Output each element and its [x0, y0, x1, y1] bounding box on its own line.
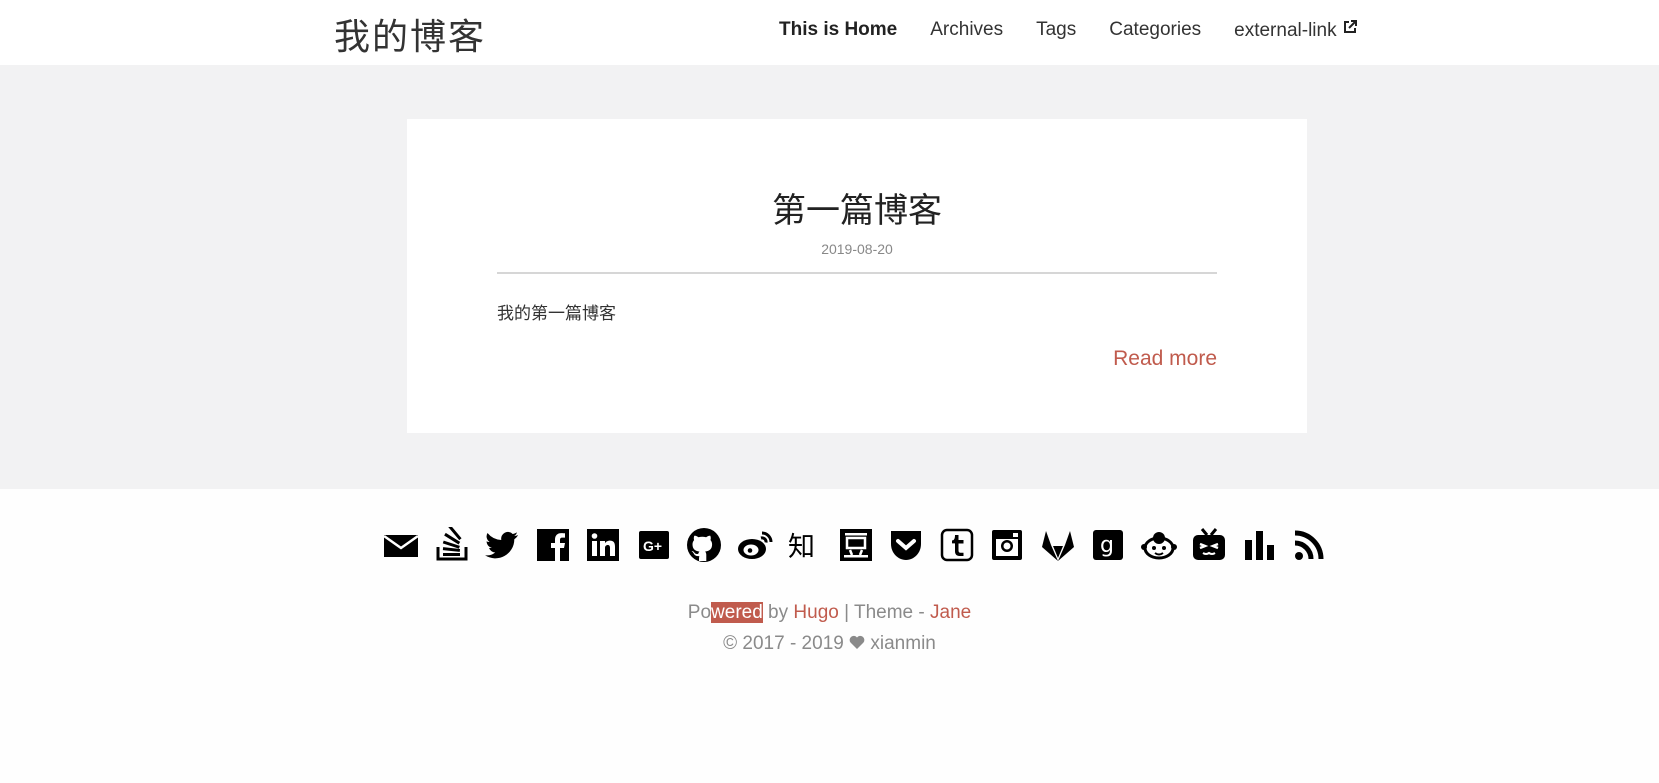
- powered-prefix: Po: [687, 602, 712, 623]
- goodreads-icon[interactable]: g: [1089, 527, 1129, 563]
- svg-text:知: 知: [788, 532, 815, 563]
- site-header: 我的博客 This is Home Archives Tags Categori…: [0, 0, 1659, 65]
- powered-highlight: wered: [711, 602, 763, 623]
- social-links: G+ 知 g: [382, 527, 1342, 563]
- post-summary: 我的第一篇博客: [497, 304, 616, 324]
- facebook-icon[interactable]: [534, 527, 574, 563]
- nav-item-home[interactable]: This is Home: [779, 19, 897, 41]
- theme-separator: | Theme -: [838, 602, 930, 623]
- main-nav: This is Home Archives Tags Categories ex…: [779, 18, 1357, 42]
- stats-icon[interactable]: [1241, 527, 1281, 563]
- pocket-icon[interactable]: [887, 527, 927, 563]
- bilibili-icon[interactable]: [1190, 527, 1230, 563]
- post-title[interactable]: 第一篇博客: [407, 183, 1307, 232]
- powered-by-text: by: [762, 602, 794, 623]
- post-date: 2019-08-20: [821, 241, 893, 257]
- tumblr-icon[interactable]: [938, 527, 978, 563]
- instagram-icon[interactable]: [988, 527, 1028, 563]
- author-name[interactable]: xianmin: [870, 633, 935, 654]
- copyright-block: Powered by Hugo | Theme - Jane © 2017 - …: [0, 597, 1659, 660]
- nav-item-tags[interactable]: Tags: [1036, 19, 1076, 41]
- post-card: 第一篇博客 2019-08-20 我的第一篇博客 Read more: [407, 119, 1307, 433]
- heart-icon: [849, 629, 865, 660]
- google-plus-icon[interactable]: G+: [635, 527, 675, 563]
- read-more-link[interactable]: Read more: [1113, 347, 1217, 371]
- powered-by-line: Powered by Hugo | Theme - Jane: [0, 597, 1659, 628]
- coolapk-icon[interactable]: [1140, 527, 1180, 563]
- gitlab-icon[interactable]: [1039, 527, 1079, 563]
- main-content: 第一篇博客 2019-08-20 我的第一篇博客 Read more: [0, 65, 1659, 489]
- weibo-icon[interactable]: [736, 527, 776, 563]
- nav-item-external-link-label: external-link: [1234, 20, 1337, 41]
- nav-item-categories[interactable]: Categories: [1109, 19, 1201, 41]
- site-logo[interactable]: 我的博客: [334, 8, 486, 60]
- jane-link[interactable]: Jane: [930, 602, 971, 623]
- external-link-icon: [1343, 18, 1357, 40]
- nav-item-external-link[interactable]: external-link: [1234, 18, 1357, 42]
- svg-text:G+: G+: [643, 538, 662, 554]
- svg-text:g: g: [1100, 533, 1114, 558]
- twitter-icon[interactable]: [483, 527, 523, 563]
- linkedin-icon[interactable]: [584, 527, 624, 563]
- email-icon[interactable]: [382, 527, 422, 563]
- nav-item-archives[interactable]: Archives: [930, 19, 1003, 41]
- site-footer: G+ 知 g Powered by Hugo | Theme - Jane © …: [0, 489, 1659, 783]
- copyright-line: © 2017 - 2019 xianmin: [0, 628, 1659, 660]
- github-icon[interactable]: [685, 527, 725, 563]
- stackoverflow-icon[interactable]: [433, 527, 473, 563]
- douban-icon[interactable]: [837, 527, 877, 563]
- rss-icon[interactable]: [1291, 527, 1331, 563]
- zhihu-icon[interactable]: 知: [786, 527, 826, 563]
- post-divider: [497, 272, 1217, 274]
- copyright-years: © 2017 - 2019: [723, 633, 844, 654]
- hugo-link[interactable]: Hugo: [793, 602, 838, 623]
